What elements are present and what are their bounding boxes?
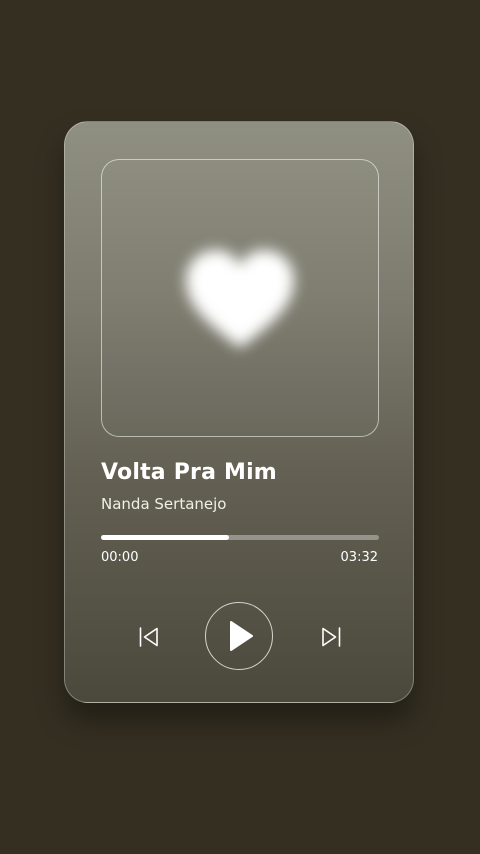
skip-previous-icon [139, 627, 158, 647]
play-icon [230, 621, 253, 651]
progress-bar[interactable] [101, 535, 379, 540]
play-button[interactable] [205, 602, 273, 670]
music-player-card: Volta Pra Mim Nanda Sertanejo 00:00 03:3… [64, 121, 414, 703]
artist-name: Nanda Sertanejo [101, 495, 227, 513]
total-duration: 03:32 [340, 550, 378, 565]
elapsed-time: 00:00 [101, 550, 139, 565]
progress-fill [101, 535, 229, 540]
skip-next-icon [322, 627, 341, 647]
heart-icon [186, 250, 294, 348]
track-title: Volta Pra Mim [101, 460, 277, 485]
skip-previous-button[interactable] [137, 625, 161, 649]
album-artwork [101, 159, 379, 437]
skip-next-button[interactable] [319, 625, 343, 649]
